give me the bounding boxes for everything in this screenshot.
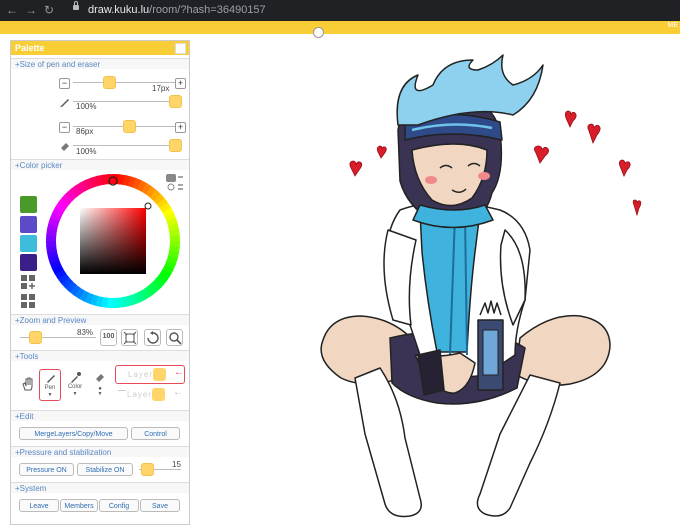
eraser-size-value: 86px bbox=[76, 127, 93, 136]
zoom-value: 83% bbox=[77, 328, 93, 337]
eraser-opacity-track bbox=[73, 145, 175, 146]
section-tools[interactable]: +Tools bbox=[11, 350, 189, 361]
config-button[interactable]: Config bbox=[99, 499, 139, 512]
section-system[interactable]: +System bbox=[11, 482, 189, 493]
character-head bbox=[397, 55, 543, 228]
pen-size-slider[interactable] bbox=[103, 76, 116, 89]
eraser-opacity-value: 100% bbox=[76, 147, 96, 156]
lock-icon bbox=[73, 5, 79, 10]
merge-layers-button[interactable]: MergeLayers/Copy/Move bbox=[19, 427, 128, 440]
rotate-icon[interactable] bbox=[144, 329, 161, 346]
section-pressure[interactable]: +Pressure and stabilization bbox=[11, 446, 189, 457]
drawing-canvas[interactable] bbox=[200, 34, 680, 523]
layer-2-thumb bbox=[152, 388, 165, 401]
pen-size-value: 17px bbox=[152, 84, 169, 93]
pen-tool-icon bbox=[45, 372, 57, 384]
pen-opacity-slider[interactable] bbox=[169, 95, 182, 108]
eraser-tool-icon bbox=[94, 371, 106, 383]
color-swatch[interactable] bbox=[20, 216, 37, 233]
leave-button[interactable]: Leave bbox=[19, 499, 59, 512]
zoom-100-button[interactable]: 100 bbox=[100, 329, 117, 346]
palette-title: Palette bbox=[15, 43, 45, 53]
address-bar[interactable]: draw.kuku.lu/room/?hash=36490157 bbox=[88, 3, 266, 17]
fit-screen-icon[interactable] bbox=[121, 329, 138, 346]
pen-size-minus-button[interactable]: − bbox=[59, 78, 70, 89]
members-button[interactable]: Members bbox=[60, 499, 98, 512]
pen-opacity-track bbox=[73, 101, 175, 102]
color-swatch[interactable] bbox=[20, 254, 37, 271]
url-path: /room/?hash=36490157 bbox=[149, 4, 266, 16]
palette-header[interactable]: Palette bbox=[11, 41, 189, 55]
eraser-tool-button[interactable]: ● ▼ bbox=[89, 369, 111, 401]
stabilize-on-button[interactable]: Stabilize ON bbox=[77, 463, 133, 476]
eraser-icon bbox=[59, 140, 71, 152]
stabilize-slider[interactable] bbox=[141, 463, 154, 476]
layer-row-1[interactable]: Layer1 ← bbox=[115, 365, 185, 384]
layer-1-thumb bbox=[153, 368, 166, 381]
pen-tool-label: Pen bbox=[40, 385, 60, 391]
section-zoom[interactable]: +Zoom and Preview bbox=[11, 314, 189, 325]
back-icon[interactable]: ← bbox=[6, 3, 18, 17]
save-button[interactable]: Save bbox=[140, 499, 180, 512]
zoom-slider[interactable] bbox=[29, 331, 42, 344]
palette-grid-icon[interactable] bbox=[20, 293, 37, 310]
url-host: draw.kuku.lu bbox=[88, 4, 149, 16]
layer-row-2[interactable]: Layer2 ← bbox=[115, 387, 185, 404]
eraser-tool-caret-icon: ▼ bbox=[89, 391, 111, 397]
eraser-size-plus-button[interactable]: + bbox=[175, 122, 186, 133]
app-top-bar: ME bbox=[0, 21, 680, 34]
color-tool-label: Color bbox=[64, 384, 86, 390]
pen-tool-button[interactable]: Pen ▼ bbox=[39, 369, 61, 401]
magnifier-icon[interactable] bbox=[166, 329, 183, 346]
section-edit[interactable]: +Edit bbox=[11, 410, 189, 421]
color-swatch[interactable] bbox=[20, 235, 37, 252]
color-tool-button[interactable]: Color ▼ bbox=[64, 369, 86, 401]
forward-icon[interactable]: → bbox=[25, 3, 37, 17]
color-tool-caret-icon: ▼ bbox=[64, 391, 86, 397]
add-swatch-icon[interactable] bbox=[20, 274, 37, 291]
value-overlay bbox=[80, 208, 146, 274]
top-badge: ME bbox=[666, 22, 680, 29]
pen-icon bbox=[59, 96, 71, 108]
layer-2-line bbox=[118, 390, 126, 391]
palette-panel: Palette +Size of pen and eraser − + 17px… bbox=[10, 40, 190, 525]
stabilize-value: 15 bbox=[172, 460, 181, 469]
pen-tool-caret-icon: ▼ bbox=[40, 392, 60, 398]
pen-size-track bbox=[73, 82, 175, 83]
eraser-size-minus-button[interactable]: − bbox=[59, 122, 70, 133]
browser-toolbar: ← → ↻ draw.kuku.lu/room/?hash=36490157 bbox=[0, 0, 680, 21]
pen-size-plus-button[interactable]: + bbox=[175, 78, 186, 89]
color-swatch[interactable] bbox=[20, 196, 37, 213]
reload-icon[interactable]: ↻ bbox=[44, 3, 54, 17]
palette-toggle-box[interactable] bbox=[175, 43, 186, 54]
section-color-picker[interactable]: +Color picker bbox=[11, 159, 189, 170]
pressure-on-button[interactable]: Pressure ON bbox=[19, 463, 74, 476]
layer-2-arrow-icon: ← bbox=[173, 387, 183, 398]
eraser-opacity-slider[interactable] bbox=[169, 139, 182, 152]
layer-1-arrow-icon: ← bbox=[174, 367, 184, 378]
hand-tool-icon[interactable] bbox=[20, 376, 36, 392]
color-wheel[interactable] bbox=[45, 173, 181, 309]
sv-cursor[interactable] bbox=[145, 203, 151, 209]
eraser-size-slider[interactable] bbox=[123, 120, 136, 133]
color-mode-icon[interactable] bbox=[165, 173, 185, 195]
section-size[interactable]: +Size of pen and eraser bbox=[11, 58, 189, 69]
pen-opacity-value: 100% bbox=[76, 102, 96, 111]
eyedropper-icon bbox=[69, 371, 81, 383]
control-button[interactable]: Control bbox=[131, 427, 180, 440]
